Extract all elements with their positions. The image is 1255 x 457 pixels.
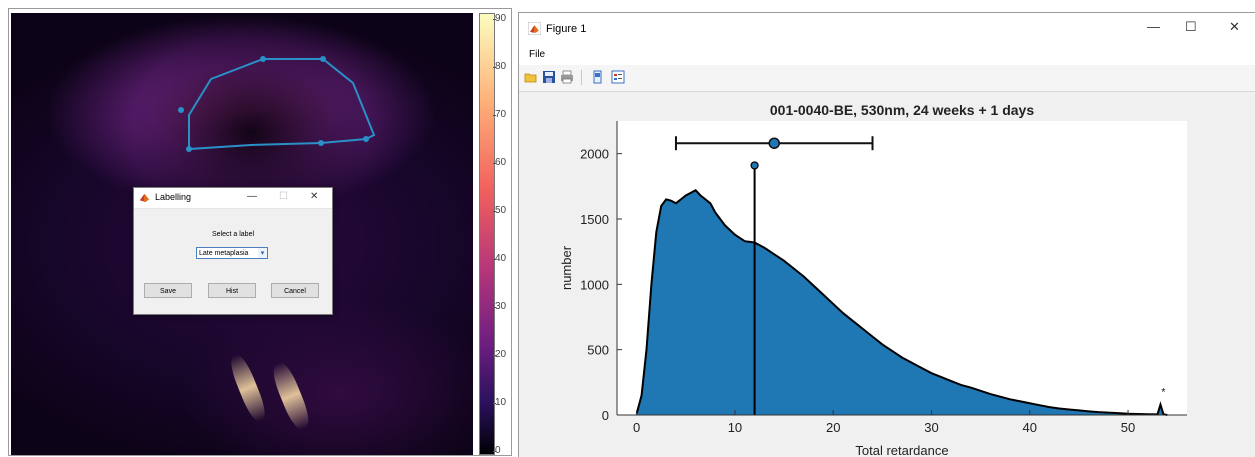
toolbar-separator <box>581 70 582 85</box>
data-cursor-icon[interactable] <box>591 70 605 84</box>
hist-button[interactable]: Hist <box>208 283 256 298</box>
y-tick-label: 1000 <box>580 277 609 292</box>
roi-vertex-handle[interactable] <box>318 140 324 146</box>
colorbar-tick-mark <box>493 115 496 116</box>
figure-window: Figure 1 — ☐ ✕ File 001-0040-BE, 530nm, … <box>518 12 1255 457</box>
y-axis-label: number <box>559 245 574 290</box>
colorbar-tick-label: 80 <box>495 61 507 72</box>
chevron-down-icon[interactable]: ▾ <box>258 247 268 259</box>
colorbar-tick-mark <box>493 163 496 164</box>
colorbar-tick-mark <box>493 355 496 356</box>
menu-file[interactable]: File <box>529 49 545 60</box>
colorbar-tick-label: 40 <box>495 253 507 264</box>
colorbar-tick-label: 70 <box>495 109 507 120</box>
colorbar-tick-mark <box>493 19 496 20</box>
y-tick-label: 500 <box>587 343 609 358</box>
roi-vertex-handle[interactable] <box>260 56 266 62</box>
colorbar-tick-label: 50 <box>495 205 507 216</box>
colorbar-tick-mark <box>493 259 496 260</box>
figure-toolbar <box>519 65 1255 92</box>
roi-polygon[interactable] <box>188 58 376 151</box>
colorbar-tick-mark <box>493 451 496 452</box>
cancel-button[interactable]: Cancel <box>271 283 319 298</box>
minimize-button[interactable]: — <box>247 191 257 202</box>
x-tick-label: 40 <box>1023 420 1037 435</box>
y-tick-label: 1500 <box>580 212 609 227</box>
roi-vertex-handle[interactable] <box>363 136 369 142</box>
close-button[interactable]: ✕ <box>1229 20 1240 34</box>
select-label-prompt: Select a label <box>211 231 255 238</box>
x-tick-label: 10 <box>728 420 742 435</box>
colorbar <box>479 13 495 455</box>
y-tick-label: 2000 <box>580 147 609 162</box>
matlab-icon <box>139 193 150 203</box>
labelling-dialog: Labelling — ☐ ✕ Select a label Late meta… <box>133 187 333 315</box>
minimize-button[interactable]: — <box>1147 20 1160 34</box>
save-icon[interactable] <box>542 70 556 84</box>
colorbar-tick-label: 10 <box>495 397 507 408</box>
figure-title: Figure 1 <box>546 23 587 35</box>
colorbar-tick-label: 30 <box>495 301 507 312</box>
chart-title: 001-0040-BE, 530nm, 24 weeks + 1 days <box>770 102 1034 118</box>
print-icon[interactable] <box>560 70 574 84</box>
dialog-title: Labelling <box>155 192 192 202</box>
close-button[interactable]: ✕ <box>310 191 318 202</box>
x-tick-label: 50 <box>1121 420 1135 435</box>
maximize-button[interactable]: ☐ <box>1185 20 1197 34</box>
x-axis-label: Total retardance <box>855 443 948 457</box>
dialog-titlebar[interactable]: Labelling — ☐ ✕ <box>134 188 332 209</box>
figure-titlebar[interactable]: Figure 1 — ☐ ✕ <box>519 13 1255 45</box>
colorbar-tick-label: 60 <box>495 157 507 168</box>
y-tick-label: 0 <box>602 408 609 423</box>
annotation-marker: * <box>1161 386 1166 398</box>
colorbar-tick-mark <box>493 211 496 212</box>
matlab-icon <box>528 22 541 35</box>
x-tick-label: 0 <box>633 420 640 435</box>
label-select[interactable]: Late metaplasia <box>196 247 259 259</box>
colorbar-tick-mark <box>493 307 496 308</box>
menu-bar: File <box>519 45 1255 65</box>
roi-vertex-handle[interactable] <box>186 146 192 152</box>
median-marker <box>750 161 759 170</box>
maximize-button[interactable]: ☐ <box>279 191 288 202</box>
save-button[interactable]: Save <box>144 283 192 298</box>
mean-marker <box>768 137 780 149</box>
colorbar-tick-mark <box>493 67 496 68</box>
x-tick-label: 20 <box>826 420 840 435</box>
roi-vertex-handle[interactable] <box>320 56 326 62</box>
open-folder-icon[interactable] <box>524 70 538 84</box>
roi-vertex-handle[interactable] <box>178 107 184 113</box>
colorbar-tick-label: 20 <box>495 349 507 360</box>
image-viewer-panel: 90 80 70 60 50 40 30 20 10 0 Labelling — ☐ ✕ Sele… <box>8 8 512 456</box>
histogram-plot[interactable]: 001-0040-BE, 530nm, 24 weeks + 1 days * … <box>519 91 1255 457</box>
colorbar-tick-label: 90 <box>495 13 507 24</box>
x-tick-label: 30 <box>924 420 938 435</box>
colorbar-tick-mark <box>493 403 496 404</box>
insert-legend-icon[interactable] <box>611 70 625 84</box>
